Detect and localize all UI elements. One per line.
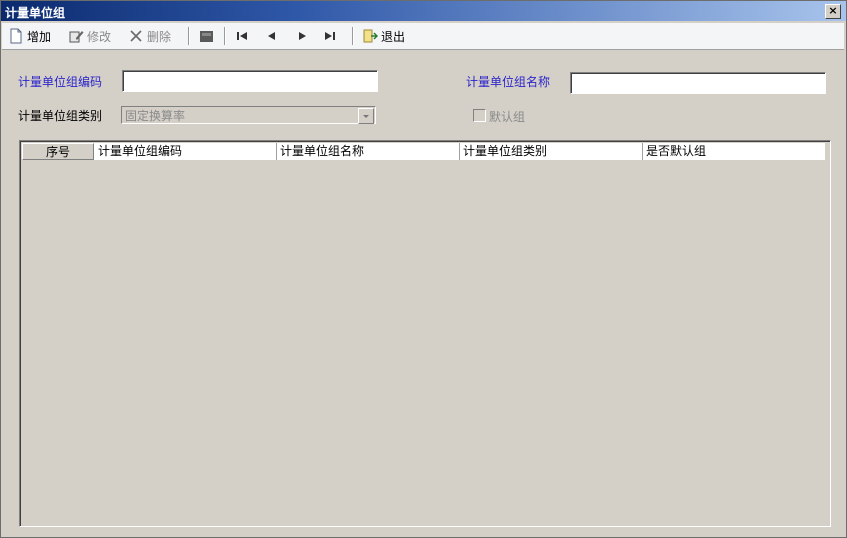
toolbar-separator (188, 27, 190, 45)
unit-group-grid[interactable]: 序号 计量单位组编码 计量单位组名称 计量单位组类别 是否默认组 (19, 140, 831, 527)
title-bar[interactable]: 计量单位组 × (1, 1, 846, 21)
unit-group-code-input[interactable] (122, 70, 378, 92)
column-header-index[interactable]: 序号 (22, 143, 94, 160)
column-header-name[interactable]: 计量单位组名称 (277, 143, 460, 160)
last-arrow-icon (322, 28, 338, 44)
new-document-icon (8, 28, 24, 44)
add-button[interactable]: 增加 (8, 26, 51, 46)
chevron-down-icon (363, 115, 369, 118)
toolbar-separator (224, 27, 226, 45)
unit-group-name-input[interactable] (570, 72, 826, 94)
first-record-button[interactable] (234, 26, 250, 46)
toolbar: 增加 修改 删除 退出 (2, 23, 844, 50)
exit-label: 退出 (381, 29, 406, 44)
edit-label: 修改 (87, 29, 112, 44)
unit-group-type-select[interactable]: 固定换算率 (121, 106, 376, 124)
previous-record-button[interactable] (264, 26, 280, 46)
column-header-is-default[interactable]: 是否默认组 (643, 143, 825, 160)
grid-header: 序号 计量单位组编码 计量单位组名称 计量单位组类别 是否默认组 (22, 143, 825, 160)
exit-button[interactable]: 退出 (362, 26, 405, 46)
delete-button[interactable]: 删除 (128, 26, 171, 46)
column-header-code[interactable]: 计量单位组编码 (95, 143, 277, 160)
unit-group-type-value: 固定换算率 (125, 109, 186, 123)
dropdown-button[interactable] (358, 108, 374, 124)
exit-door-icon (362, 28, 379, 44)
delete-x-icon (128, 28, 144, 44)
edit-button[interactable]: 修改 (68, 26, 111, 46)
first-arrow-icon (234, 28, 250, 44)
save-button[interactable] (198, 26, 214, 46)
next-record-button[interactable] (294, 26, 310, 46)
close-button[interactable]: × (825, 4, 841, 19)
next-arrow-icon (294, 28, 310, 44)
unit-group-code-label: 计量单位组编码 (18, 75, 103, 89)
unit-group-type-label: 计量单位组类别 (18, 109, 103, 123)
default-group-label: 默认组 (489, 110, 526, 124)
column-header-type[interactable]: 计量单位组类别 (460, 143, 643, 160)
unit-group-name-label: 计量单位组名称 (466, 75, 551, 89)
save-icon (198, 28, 214, 44)
unit-group-window: 计量单位组 × 增加 修改 删除 退出 计量单位组编码 计量单位组名称 计量单位… (0, 0, 847, 538)
default-group-checkbox[interactable] (473, 109, 486, 122)
edit-icon (68, 28, 84, 44)
add-label: 增加 (27, 29, 52, 44)
previous-arrow-icon (264, 28, 280, 44)
last-record-button[interactable] (322, 26, 338, 46)
delete-label: 删除 (147, 29, 172, 44)
toolbar-separator (352, 27, 354, 45)
window-title: 计量单位组 (5, 6, 66, 20)
